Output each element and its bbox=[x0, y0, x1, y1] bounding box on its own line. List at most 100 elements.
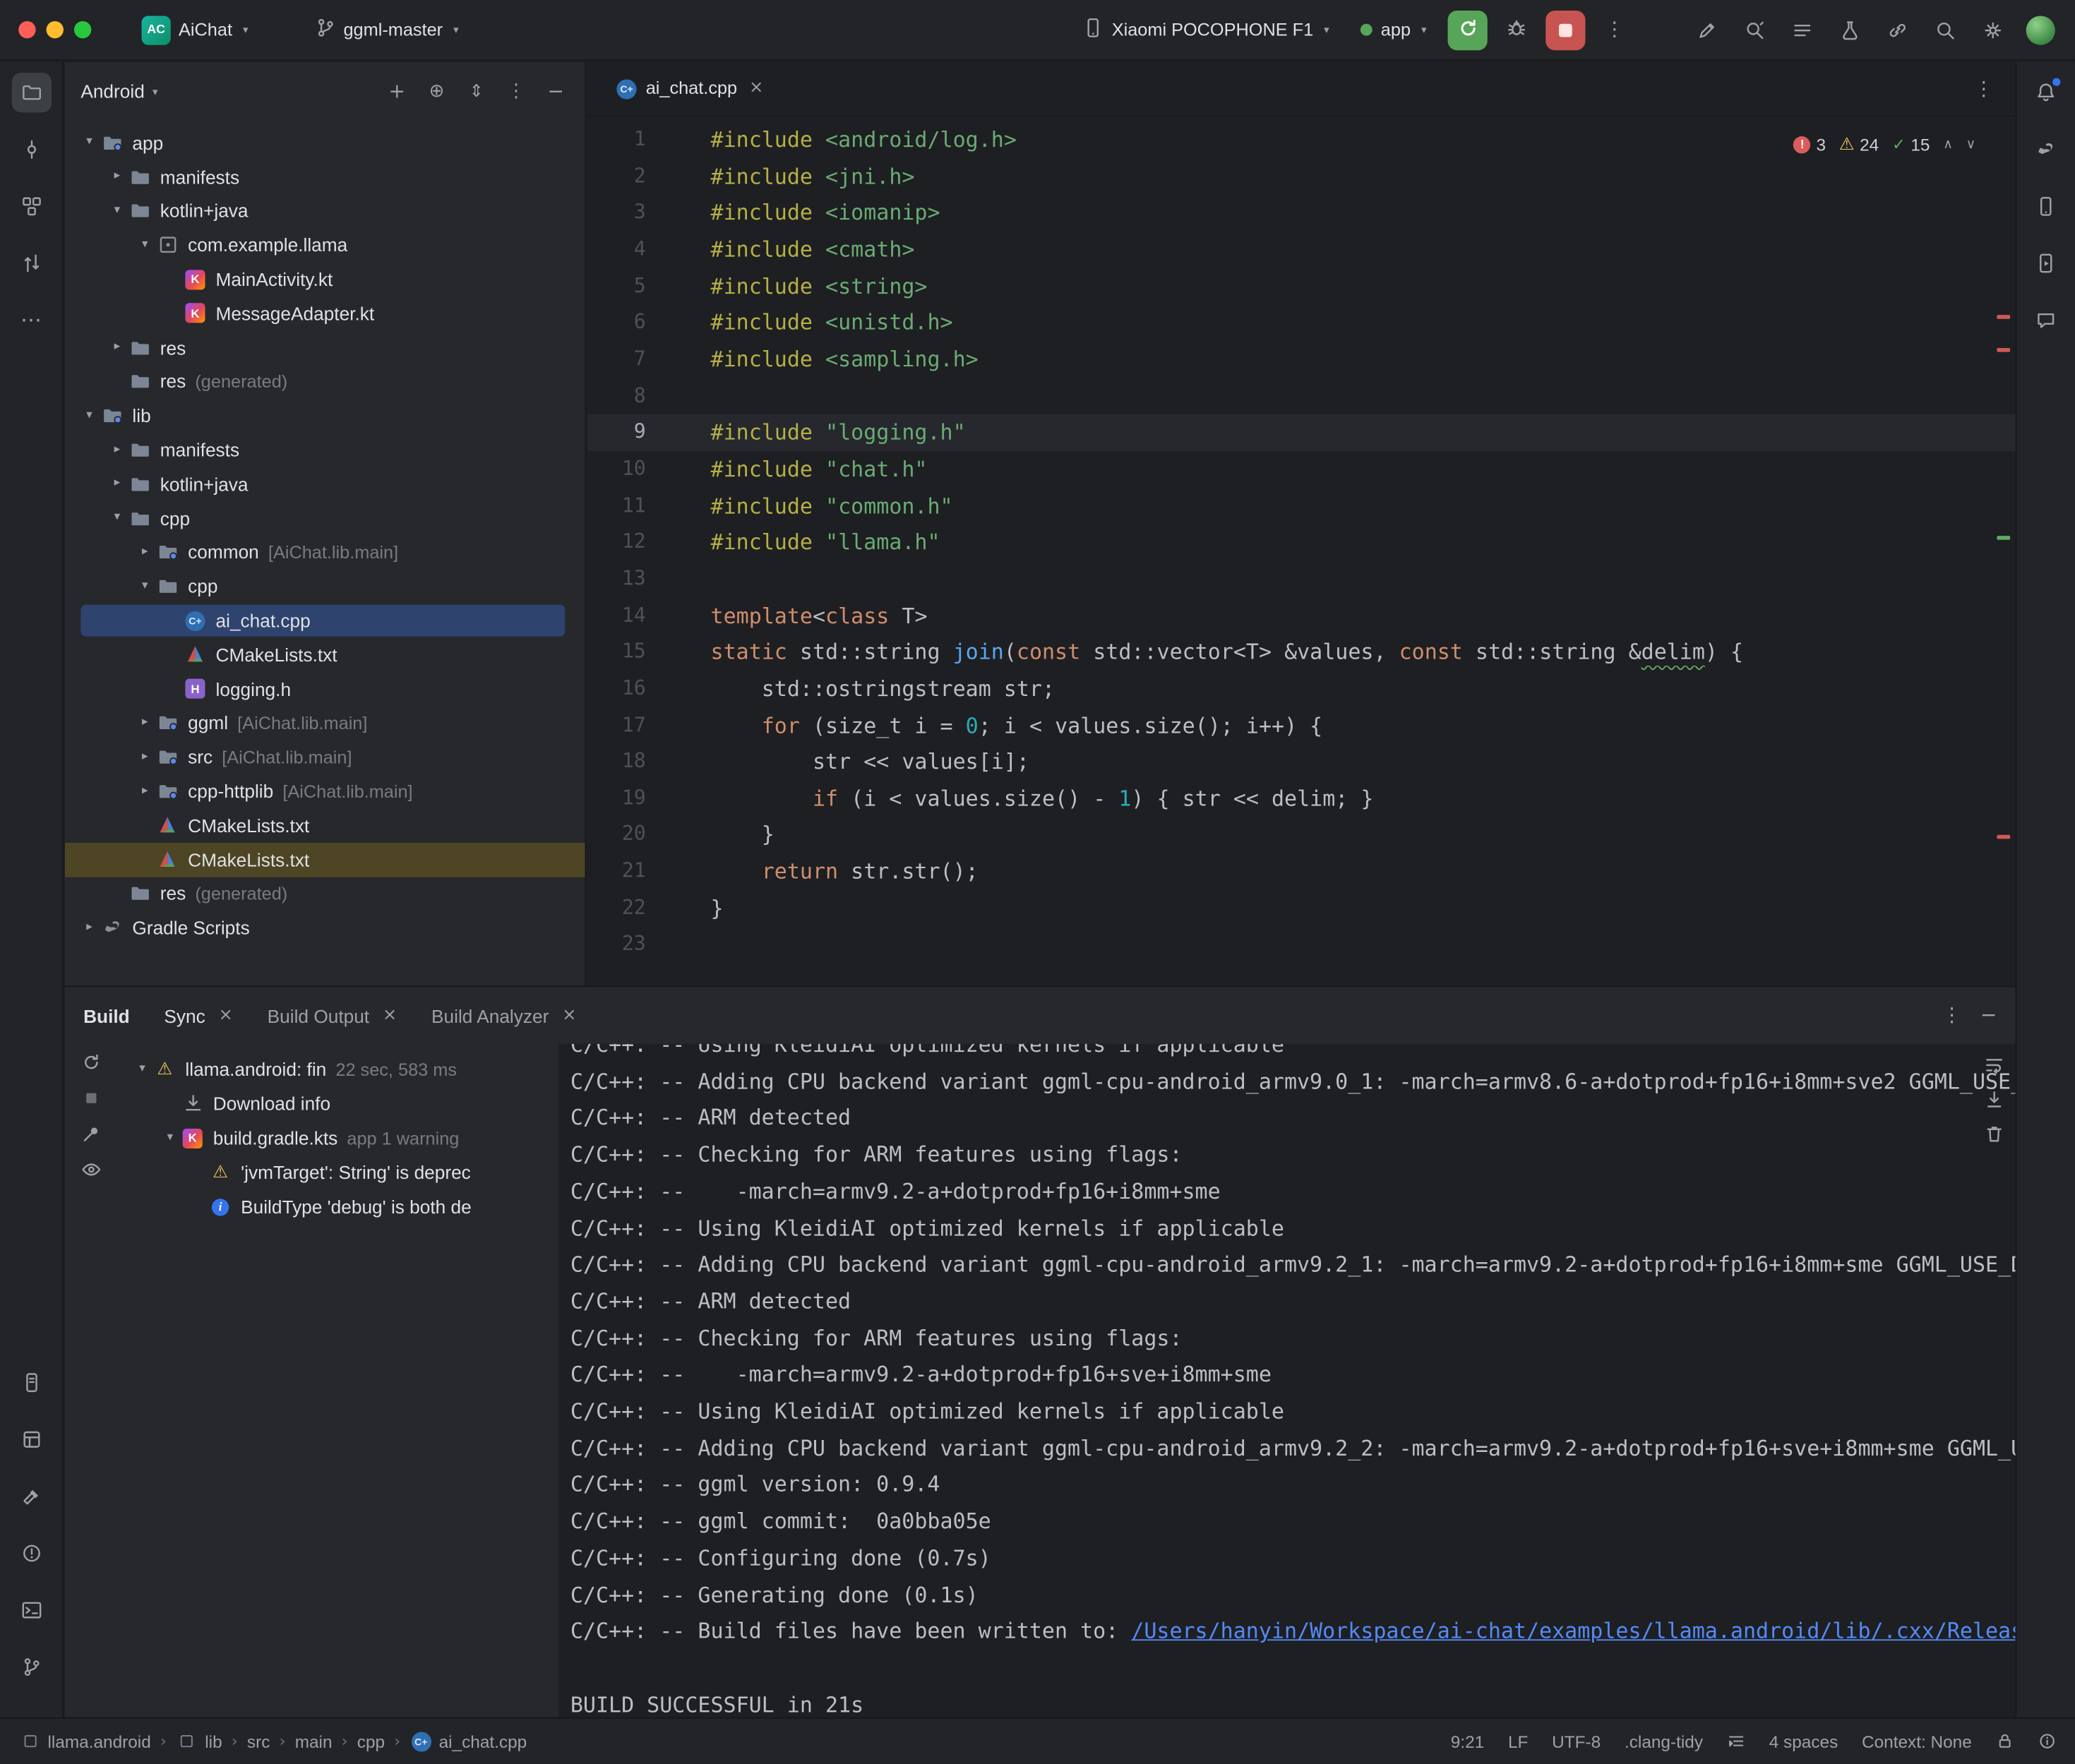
project-item-cmakelists-txt[interactable]: CMakeLists.txt bbox=[65, 637, 585, 671]
device-selector[interactable]: Xiaomi POCOPHONE F1 ▾ bbox=[1072, 12, 1339, 48]
code-line[interactable]: 13 bbox=[587, 560, 2015, 597]
close-window-button[interactable] bbox=[18, 21, 35, 38]
code-line[interactable]: 19 if (i < values.size() - 1) { str << d… bbox=[587, 781, 2015, 817]
tree-chevron-icon[interactable]: ▾ bbox=[78, 410, 101, 422]
project-selector[interactable]: AC AiChat ▾ bbox=[131, 10, 259, 49]
breadcrumb-item-llama-android[interactable]: llama.android bbox=[18, 1731, 151, 1752]
error-stripe-mark[interactable] bbox=[1997, 348, 2010, 352]
breadcrumb-item-main[interactable]: main bbox=[295, 1732, 333, 1751]
search-icon[interactable] bbox=[1927, 11, 1963, 48]
clear-all-icon[interactable] bbox=[1984, 1123, 2005, 1144]
options-kebab-icon[interactable]: ⋮ bbox=[501, 76, 532, 107]
stop-button[interactable] bbox=[1545, 10, 1585, 49]
tab-build-output[interactable]: Build Output× bbox=[268, 987, 397, 1044]
code-line[interactable]: 20 } bbox=[587, 817, 2015, 853]
indent-icon[interactable] bbox=[1727, 1732, 1745, 1751]
project-item-ai-chat-cpp[interactable]: C+ai_chat.cpp bbox=[65, 604, 585, 637]
task-list-icon[interactable] bbox=[1784, 11, 1821, 48]
stop-build-icon[interactable] bbox=[80, 1088, 102, 1109]
error-stripe-mark[interactable] bbox=[1997, 315, 2010, 319]
tree-chevron-icon[interactable]: ▾ bbox=[133, 580, 156, 592]
project-item-cpp-httplib[interactable]: ▸cpp-httplib[AiChat.lib.main] bbox=[65, 774, 585, 808]
indent-widget[interactable]: 4 spaces bbox=[1769, 1732, 1838, 1751]
info-icon[interactable] bbox=[2038, 1732, 2057, 1751]
tree-chevron-icon[interactable]: ▾ bbox=[159, 1132, 181, 1144]
project-item-cpp[interactable]: ▾cpp bbox=[65, 570, 585, 604]
build-item-jvmtarget-string-is-deprec[interactable]: ⚠'jvmTarget': String' is deprec bbox=[118, 1155, 558, 1189]
project-item-logging-h[interactable]: Hlogging.h bbox=[65, 672, 585, 706]
project-item-kotlin-java[interactable]: ▸kotlin+java bbox=[65, 467, 585, 501]
inspect-output-icon[interactable] bbox=[80, 1159, 102, 1180]
code-line[interactable]: 22} bbox=[587, 890, 2015, 927]
project-item-mainactivity-kt[interactable]: KMainActivity.kt bbox=[65, 262, 585, 296]
hide-build-panel-button[interactable]: − bbox=[1980, 1006, 1997, 1026]
run-button[interactable] bbox=[1448, 10, 1488, 49]
code-editor[interactable]: !3 ⚠24 ✓15 ∧ ∨ 1#include <android/log.h>… bbox=[587, 118, 2015, 986]
editor-tab-ai-chat-cpp[interactable]: C+ ai_chat.cpp × bbox=[604, 62, 777, 115]
build-window-title[interactable]: Build bbox=[83, 1005, 130, 1026]
project-item-manifests[interactable]: ▸manifests bbox=[65, 433, 585, 467]
add-icon[interactable]: + bbox=[381, 76, 413, 107]
tab-sync[interactable]: Sync× bbox=[164, 987, 233, 1044]
code-line[interactable]: 9#include "logging.h" bbox=[587, 414, 2015, 451]
tree-chevron-icon[interactable]: ▾ bbox=[106, 512, 128, 524]
code-line[interactable]: 21 return str.str(); bbox=[587, 853, 2015, 890]
tree-chevron-icon[interactable]: ▾ bbox=[106, 205, 128, 217]
breadcrumb-item-ai-chat-cpp[interactable]: C+ai_chat.cpp bbox=[409, 1731, 527, 1752]
project-item-kotlin-java[interactable]: ▾kotlin+java bbox=[65, 194, 585, 228]
pull-requests-icon[interactable] bbox=[11, 244, 51, 283]
run-configuration-selector[interactable]: app ▾ bbox=[1351, 15, 1437, 45]
build-item-llama-android-fin[interactable]: ▾⚠llama.android: fin22 sec, 583 ms bbox=[118, 1052, 558, 1086]
tree-chevron-icon[interactable]: ▸ bbox=[106, 171, 128, 183]
editor-options-button[interactable]: ⋮ bbox=[1965, 70, 2002, 107]
project-item-ggml[interactable]: ▸ggml[AiChat.lib.main] bbox=[65, 706, 585, 740]
code-line[interactable]: 3#include <iomanip> bbox=[587, 195, 2015, 232]
tab-build-analyzer[interactable]: Build Analyzer× bbox=[431, 987, 576, 1044]
project-item-common[interactable]: ▸common[AiChat.lib.main] bbox=[65, 535, 585, 569]
tree-chevron-icon[interactable]: ▾ bbox=[133, 239, 156, 251]
more-run-actions-button[interactable]: ⋮ bbox=[1596, 11, 1632, 48]
error-stripe-mark[interactable] bbox=[1997, 835, 2010, 839]
code-line[interactable]: 6#include <unistd.h> bbox=[587, 305, 2015, 342]
expand-nodes-icon[interactable]: ⇕ bbox=[460, 76, 492, 107]
tree-chevron-icon[interactable]: ▸ bbox=[106, 342, 128, 354]
tree-chevron-icon[interactable]: ▾ bbox=[131, 1063, 154, 1075]
code-line[interactable]: 16 std::ostringstream str; bbox=[587, 671, 2015, 707]
close-tab-icon[interactable]: × bbox=[219, 1007, 233, 1024]
code-line[interactable]: 10#include "chat.h" bbox=[587, 451, 2015, 488]
tree-chevron-icon[interactable]: ▸ bbox=[106, 478, 128, 490]
tree-chevron-icon[interactable]: ▸ bbox=[133, 785, 156, 797]
sync-build-icon[interactable] bbox=[80, 1052, 102, 1073]
version-control-icon[interactable] bbox=[11, 1648, 51, 1687]
code-line[interactable]: 5#include <string> bbox=[587, 268, 2015, 305]
project-folder-icon[interactable] bbox=[11, 73, 51, 112]
close-tab-icon[interactable]: × bbox=[383, 1007, 397, 1024]
pin-tab-icon[interactable] bbox=[80, 1123, 102, 1144]
problems-icon[interactable] bbox=[11, 1534, 51, 1573]
soft-wrap-icon[interactable] bbox=[1984, 1055, 2005, 1076]
prev-problem-icon[interactable]: ∧ bbox=[1943, 127, 1953, 164]
build-item-download-info[interactable]: Download info bbox=[118, 1086, 558, 1121]
breadcrumb-item-src[interactable]: src bbox=[247, 1732, 270, 1751]
notifications-icon[interactable] bbox=[2026, 73, 2066, 112]
gradle-icon[interactable] bbox=[2026, 130, 2066, 169]
project-item-res[interactable]: ▸res bbox=[65, 330, 585, 364]
settings-icon[interactable] bbox=[1975, 11, 2011, 48]
code-line[interactable]: 11#include "common.h" bbox=[587, 488, 2015, 524]
hide-panel-icon[interactable]: − bbox=[540, 76, 572, 107]
code-line[interactable]: 17 for (size_t i = 0; i < values.size();… bbox=[587, 707, 2015, 744]
build-console[interactable]: C/C++: -- Using KleidiAI optimized kerne… bbox=[558, 1044, 2016, 1717]
close-tab-icon[interactable]: × bbox=[749, 79, 763, 96]
close-tab-icon[interactable]: × bbox=[562, 1007, 576, 1024]
project-item-res[interactable]: res(generated) bbox=[65, 365, 585, 399]
terminal-icon[interactable] bbox=[11, 1591, 51, 1631]
tests-icon[interactable] bbox=[1831, 11, 1868, 48]
locate-icon[interactable]: ⊕ bbox=[421, 76, 453, 107]
build-options-button[interactable]: ⋮ bbox=[1942, 1006, 1961, 1026]
project-item-messageadapter-kt[interactable]: KMessageAdapter.kt bbox=[65, 296, 585, 330]
build-item-build-gradle-kts[interactable]: ▾Kbuild.gradle.ktsapp 1 warning bbox=[118, 1121, 558, 1156]
commit-icon[interactable] bbox=[11, 130, 51, 169]
code-line[interactable]: 18 str << values[i]; bbox=[587, 744, 2015, 781]
device-manager-icon[interactable] bbox=[2026, 186, 2066, 226]
code-line[interactable]: 12#include "llama.h" bbox=[587, 524, 2015, 561]
